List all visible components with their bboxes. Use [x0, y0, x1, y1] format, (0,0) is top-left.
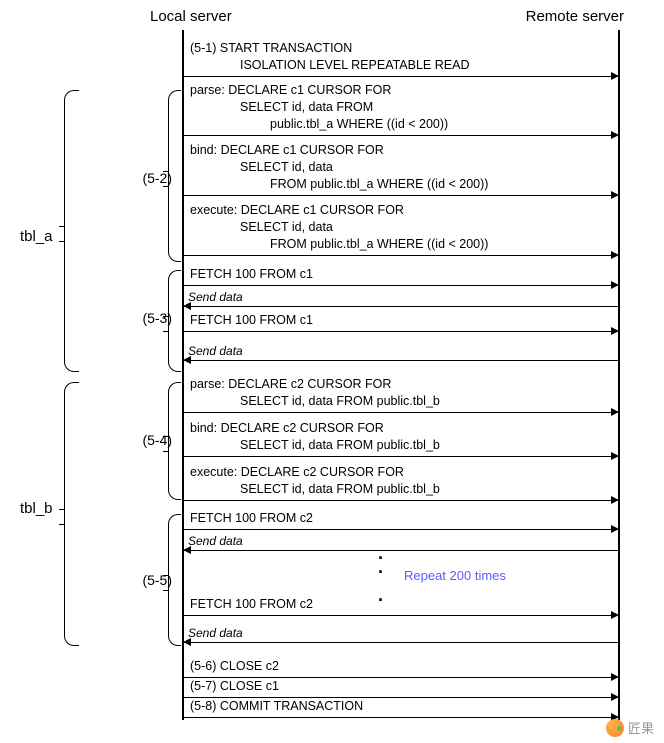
brace-5-2	[168, 90, 181, 262]
msg-5-1-line1: (5-1) START TRANSACTION	[190, 41, 352, 55]
arrow-left-icon	[184, 642, 618, 644]
txt: Send data	[184, 626, 618, 640]
msg-5-3-send2: Send data	[184, 344, 618, 362]
brace-5-3	[168, 270, 181, 372]
txt: FROM public.tbl_a WHERE ((id < 200))	[190, 236, 618, 253]
msg-5-7: (5-7) CLOSE c1	[184, 678, 618, 699]
msg-5-4-parse: parse: DECLARE c2 CURSOR FOR SELECT id, …	[184, 376, 618, 414]
txt: SELECT id, data FROM public.tbl_b	[190, 481, 618, 498]
txt: FROM public.tbl_a WHERE ((id < 200))	[190, 176, 618, 193]
msg-5-2-exec: execute: DECLARE c1 CURSOR FOR SELECT id…	[184, 202, 618, 257]
msg-5-4-exec: execute: DECLARE c2 CURSOR FOR SELECT id…	[184, 464, 618, 502]
brace-tbl-a	[64, 90, 79, 372]
msg-5-3-fetch2: FETCH 100 FROM c1	[184, 312, 618, 333]
txt: SELECT id, data	[190, 159, 618, 176]
arrow-right-icon	[184, 135, 618, 137]
txt: FETCH 100 FROM c2	[190, 511, 313, 525]
arrow-right-icon	[184, 331, 618, 333]
txt: Send data	[184, 344, 618, 358]
txt: parse: DECLARE c1 CURSOR FOR	[190, 83, 391, 97]
txt: bind: DECLARE c1 CURSOR FOR	[190, 143, 384, 157]
watermark-logo-icon	[606, 719, 624, 737]
arrow-left-icon	[184, 306, 618, 308]
msg-5-2-parse: parse: DECLARE c1 CURSOR FOR SELECT id, …	[184, 82, 618, 137]
msg-5-3-send1: Send data	[184, 290, 618, 308]
txt: parse: DECLARE c2 CURSOR FOR	[190, 377, 391, 391]
brace-5-5	[168, 514, 181, 646]
dots-icon: ·	[378, 562, 384, 583]
arrow-right-icon	[184, 500, 618, 502]
msg-5-8: (5-8) COMMIT TRANSACTION	[184, 698, 618, 719]
arrow-right-icon	[184, 456, 618, 458]
txt: Send data	[184, 534, 618, 548]
txt: SELECT id, data FROM public.tbl_b	[190, 437, 618, 454]
txt: (5-7) CLOSE c1	[190, 679, 279, 693]
arrow-left-icon	[184, 360, 618, 362]
txt: (5-8) COMMIT TRANSACTION	[190, 699, 363, 713]
watermark-text: 匠果	[628, 718, 654, 737]
msg-5-1-line2: ISOLATION LEVEL REPEATABLE READ	[190, 57, 618, 74]
header-local: Local server	[150, 8, 232, 25]
txt: Send data	[184, 290, 618, 304]
arrow-right-icon	[184, 529, 618, 531]
msg-5-1: (5-1) START TRANSACTION ISOLATION LEVEL …	[184, 40, 618, 78]
tbl-a-label: tbl_a	[20, 228, 53, 245]
arrow-right-icon	[184, 285, 618, 287]
txt: execute: DECLARE c2 CURSOR FOR	[190, 465, 404, 479]
msg-5-5-fetch2: FETCH 100 FROM c2	[184, 596, 618, 617]
msg-5-2-bind: bind: DECLARE c1 CURSOR FOR SELECT id, d…	[184, 142, 618, 197]
txt: FETCH 100 FROM c1	[190, 267, 313, 281]
msg-5-4-bind: bind: DECLARE c2 CURSOR FOR SELECT id, d…	[184, 420, 618, 458]
brace-5-4	[168, 382, 181, 500]
txt: SELECT id, data FROM public.tbl_b	[190, 393, 618, 410]
txt: SELECT id, data FROM	[190, 99, 618, 116]
txt: FETCH 100 FROM c1	[190, 313, 313, 327]
msg-5-5-send2: Send data	[184, 626, 618, 644]
arrow-right-icon	[184, 195, 618, 197]
txt: public.tbl_a WHERE ((id < 200))	[190, 116, 618, 133]
arrow-left-icon	[184, 550, 618, 552]
arrow-right-icon	[184, 255, 618, 257]
msg-5-5-send1: Send data	[184, 534, 618, 552]
msg-5-6: (5-6) CLOSE c2	[184, 658, 618, 679]
repeat-note: Repeat 200 times	[404, 568, 506, 583]
txt: execute: DECLARE c1 CURSOR FOR	[190, 203, 404, 217]
msg-5-5-fetch1: FETCH 100 FROM c2	[184, 510, 618, 531]
msg-5-3-fetch1: FETCH 100 FROM c1	[184, 266, 618, 287]
txt: (5-6) CLOSE c2	[190, 659, 279, 673]
tbl-b-label: tbl_b	[20, 500, 53, 517]
arrow-right-icon	[184, 615, 618, 617]
header-remote: Remote server	[526, 8, 624, 25]
arrow-right-icon	[184, 412, 618, 414]
txt: SELECT id, data	[190, 219, 618, 236]
txt: bind: DECLARE c2 CURSOR FOR	[190, 421, 384, 435]
brace-tbl-b	[64, 382, 79, 646]
txt: FETCH 100 FROM c2	[190, 597, 313, 611]
arrow-right-icon	[184, 76, 618, 78]
arrow-right-icon	[184, 717, 618, 719]
watermark: 匠果	[606, 718, 654, 737]
